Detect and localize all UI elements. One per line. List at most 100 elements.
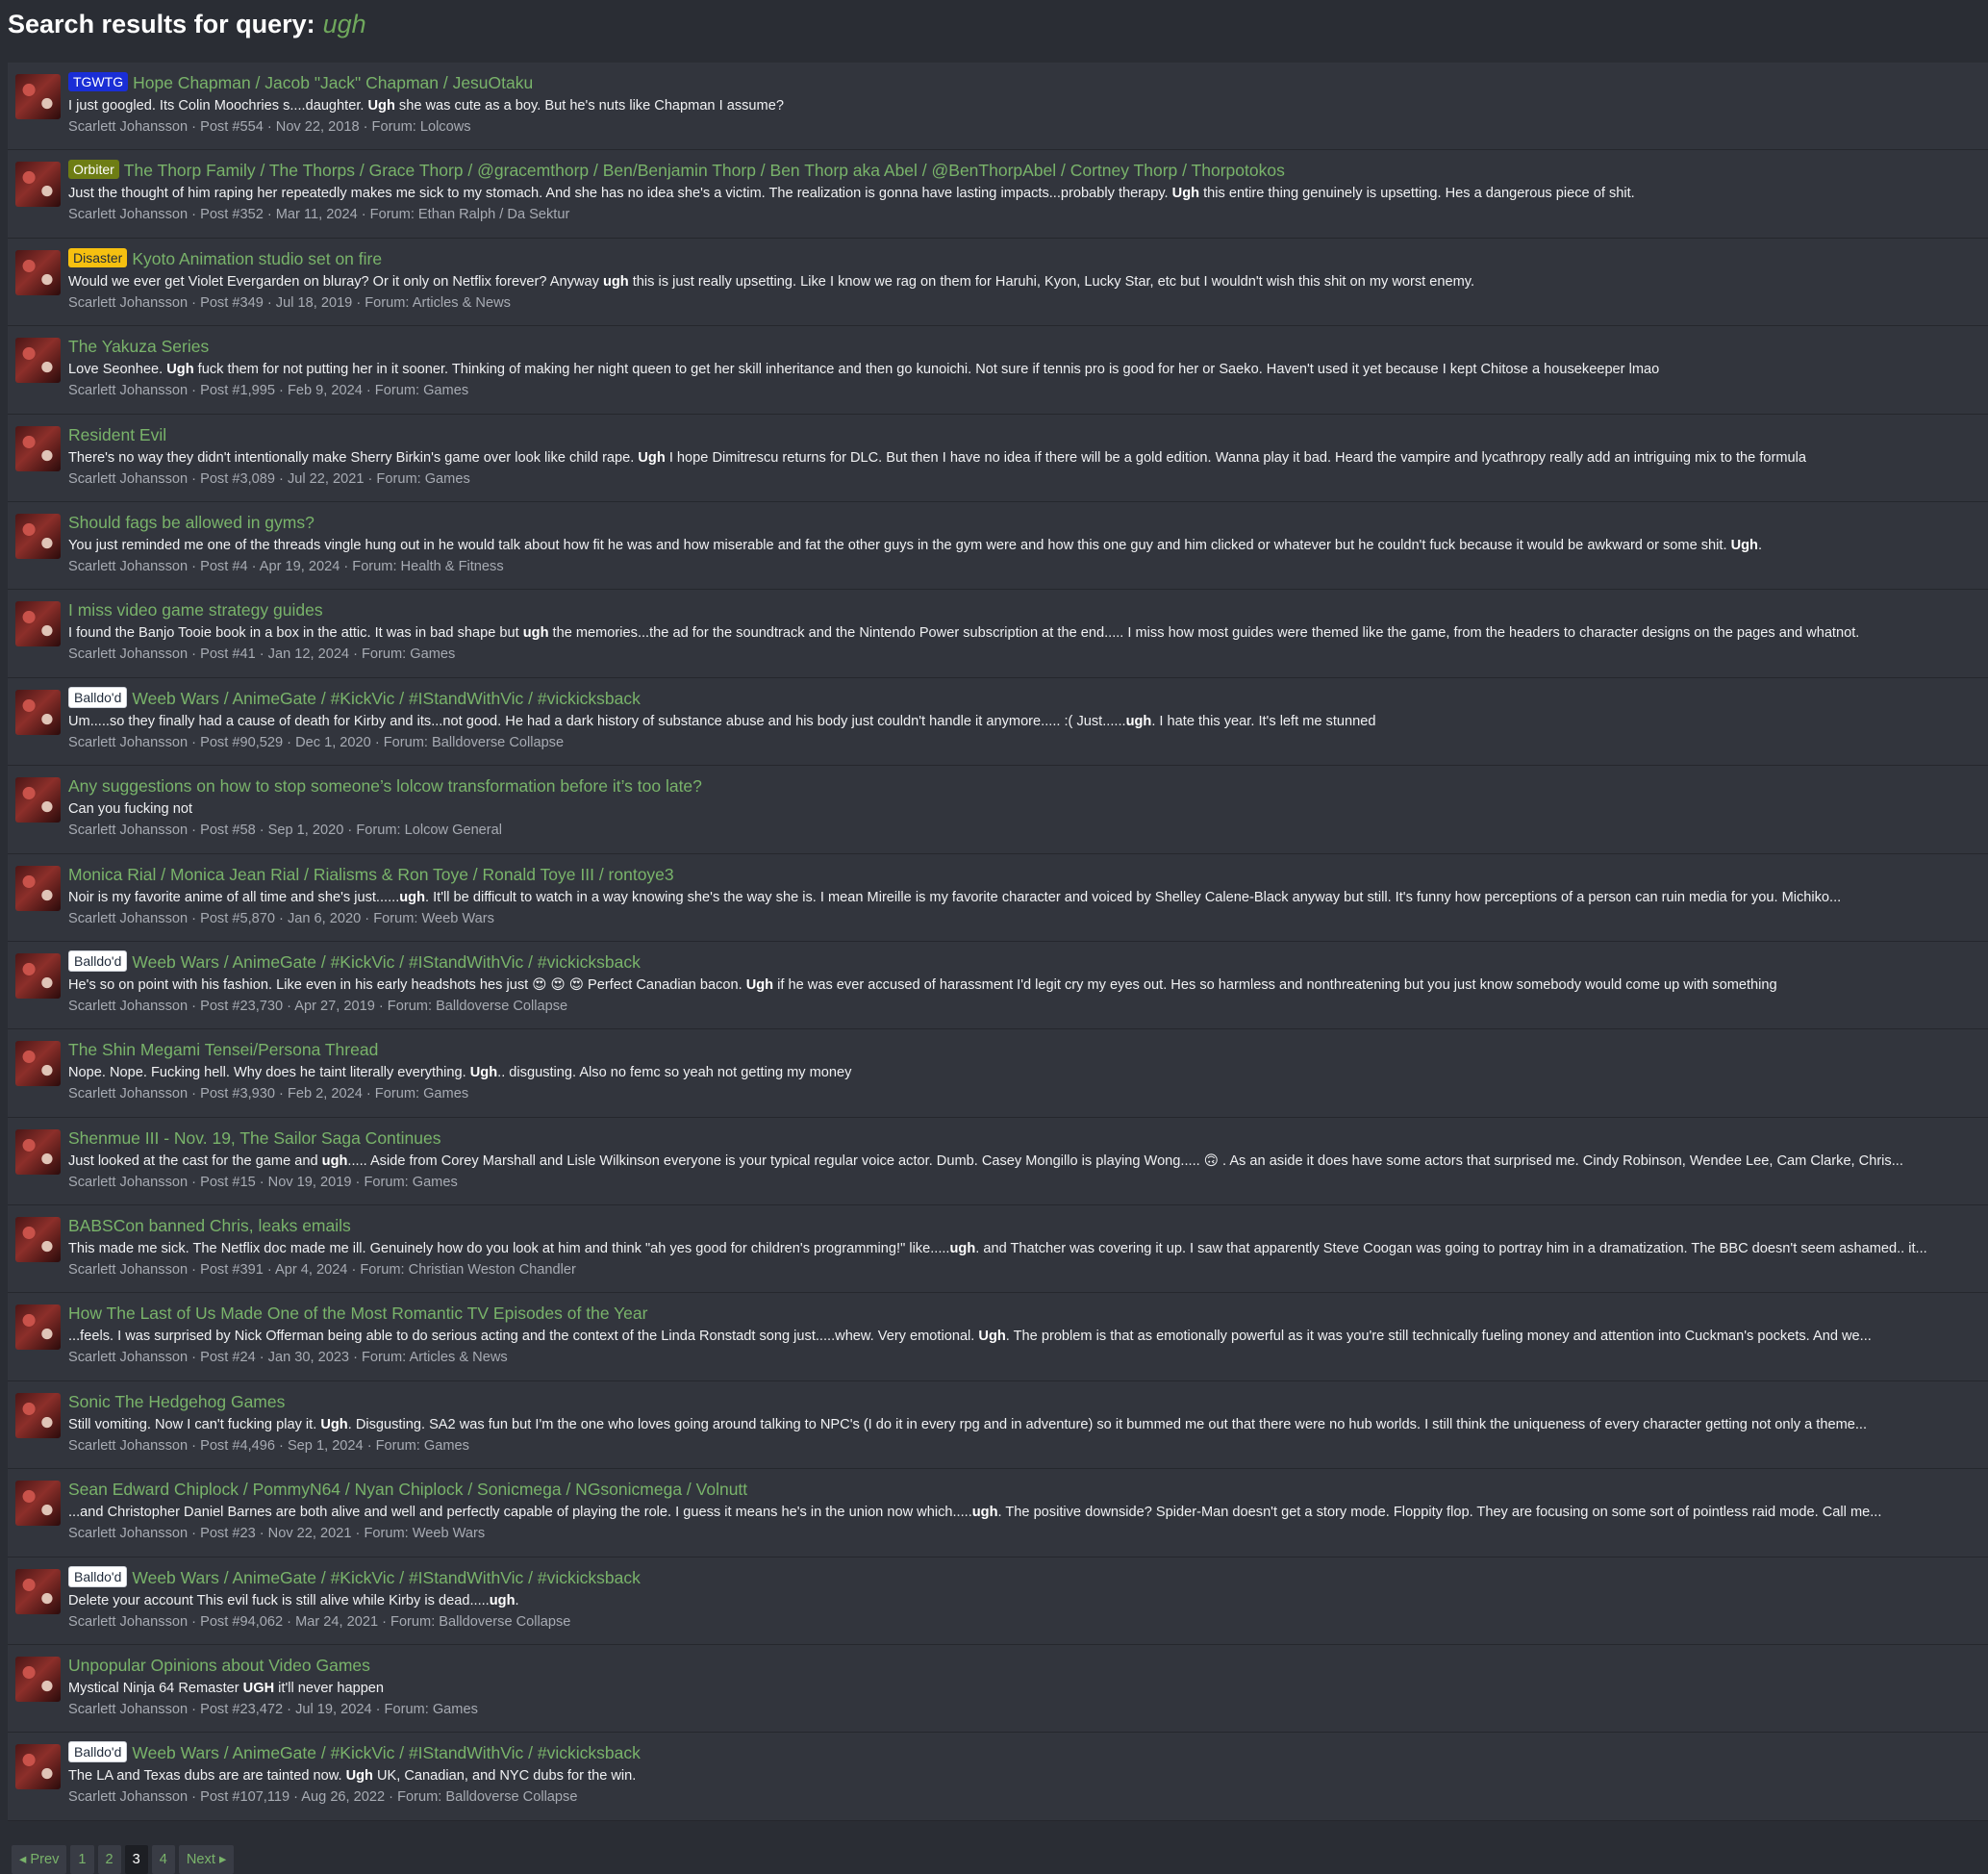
- pagination-page-4[interactable]: 4: [151, 1845, 175, 1874]
- search-result-item: TGWTG Hope Chapman / Jacob "Jack" Chapman…: [8, 63, 1988, 151]
- snippet-text-before: Delete your account This evil fuck is st…: [68, 1592, 490, 1608]
- avatar[interactable]: [15, 777, 61, 823]
- avatar[interactable]: [15, 1657, 61, 1703]
- snippet-text-before: ...and Christopher Daniel Barnes are bot…: [68, 1505, 972, 1521]
- avatar[interactable]: [15, 338, 61, 384]
- avatar[interactable]: [15, 601, 61, 647]
- snippet-match-highlight: Ugh: [638, 449, 666, 466]
- result-snippet: He's so on point with his fashion. Like …: [68, 975, 1978, 996]
- result-meta: Scarlett Johansson · Post #352 · Mar 11,…: [68, 207, 570, 223]
- snippet-text-after: ..... Aside from Corey Marshall and Lisl…: [347, 1152, 1903, 1169]
- thread-title-link[interactable]: Resident Evil: [68, 425, 166, 444]
- snippet-text-after: this is just really upsetting. Like I kn…: [628, 273, 1475, 290]
- search-result-item: Orbiter The Thorp Family / The Thorps / G…: [8, 150, 1988, 239]
- avatar[interactable]: [15, 1744, 61, 1790]
- thread-title-link[interactable]: Should fags be allowed in gyms?: [68, 513, 315, 532]
- avatar[interactable]: [15, 1217, 61, 1263]
- thread-title-link[interactable]: Sean Edward Chiplock / PommyN64 / Nyan C…: [68, 1480, 747, 1499]
- result-meta: Scarlett Johansson · Post #4 · Apr 19, 2…: [68, 558, 504, 574]
- snippet-match-highlight: Ugh: [469, 1065, 498, 1081]
- result-snippet: Love Seonhee. Ugh fuck them for not putt…: [68, 359, 1978, 380]
- result-meta: Scarlett Johansson · Post #90,529 · Dec …: [68, 734, 565, 750]
- avatar[interactable]: [15, 74, 61, 119]
- snippet-match-highlight: ugh: [489, 1592, 516, 1608]
- thread-title-link[interactable]: I miss video game strategy guides: [68, 600, 323, 620]
- avatar[interactable]: [15, 513, 61, 559]
- pagination-page-1[interactable]: 1: [70, 1845, 94, 1874]
- snippet-text-after: if he was ever accused of harassment I'd…: [773, 976, 1777, 993]
- snippet-text-before: Just the thought of him raping her repea…: [68, 186, 1172, 202]
- snippet-text-before: He's so on point with his fashion. Like …: [68, 976, 746, 993]
- snippet-match-highlight: Ugh: [166, 362, 194, 378]
- pagination-page-3[interactable]: 3: [124, 1845, 148, 1874]
- avatar[interactable]: [15, 689, 61, 735]
- result-meta: Scarlett Johansson · Post #23,730 · Apr …: [68, 998, 568, 1014]
- thread-prefix-label[interactable]: Balldo'd: [68, 686, 128, 708]
- thread-title-link[interactable]: Kyoto Animation studio set on fire: [132, 249, 382, 268]
- snippet-text-before: Still vomiting. Now I can't fucking play…: [68, 1416, 321, 1432]
- avatar[interactable]: [15, 162, 61, 208]
- snippet-text-before: There's no way they didn't intentionally…: [68, 449, 639, 466]
- thread-title-link[interactable]: Hope Chapman / Jacob "Jack" Chapman / Je…: [133, 73, 533, 92]
- search-result-item: Balldo'd Weeb Wars / AnimeGate / #KickVic…: [8, 942, 1988, 1030]
- thread-prefix-label[interactable]: Orbiter: [68, 160, 119, 180]
- pagination-page-2[interactable]: 2: [97, 1845, 121, 1874]
- thread-title-link[interactable]: Monica Rial / Monica Jean Rial / Rialism…: [68, 865, 674, 884]
- thread-prefix-label[interactable]: Balldo'd: [68, 1741, 128, 1763]
- result-meta: Scarlett Johansson · Post #5,870 · Jan 6…: [68, 910, 494, 926]
- search-query: ugh: [322, 9, 366, 38]
- snippet-match-highlight: Ugh: [1730, 537, 1758, 553]
- avatar[interactable]: [15, 1041, 61, 1087]
- snippet-text-after: . It'll be difficult to watch in a way k…: [425, 889, 1842, 905]
- snippet-text-before: I found the Banjo Tooie book in a box in…: [68, 625, 523, 642]
- avatar[interactable]: [15, 1568, 61, 1614]
- avatar[interactable]: [15, 425, 61, 471]
- thread-title-link[interactable]: How The Last of Us Made One of the Most …: [68, 1304, 647, 1323]
- thread-title-link[interactable]: Weeb Wars / AnimeGate / #KickVic / #ISta…: [132, 689, 640, 708]
- result-meta: Scarlett Johansson · Post #23 · Nov 22, …: [68, 1526, 486, 1542]
- thread-prefix-label[interactable]: Balldo'd: [68, 1565, 128, 1587]
- thread-title-link[interactable]: Weeb Wars / AnimeGate / #KickVic / #ISta…: [132, 952, 640, 972]
- thread-title-link[interactable]: Shenmue III - Nov. 19, The Sailor Saga C…: [68, 1128, 441, 1148]
- avatar[interactable]: [15, 1392, 61, 1438]
- avatar[interactable]: [15, 1304, 61, 1351]
- thread-title-link[interactable]: Unpopular Opinions about Video Games: [68, 1656, 370, 1675]
- result-meta: Scarlett Johansson · Post #107,119 · Aug…: [68, 1789, 578, 1806]
- avatar[interactable]: [15, 952, 61, 999]
- thread-title-link[interactable]: Sonic The Hedgehog Games: [68, 1392, 285, 1411]
- snippet-text-before: Just looked at the cast for the game and: [68, 1152, 322, 1169]
- snippet-match-highlight: Ugh: [1171, 186, 1200, 202]
- snippet-text-after: .: [1757, 537, 1762, 553]
- avatar[interactable]: [15, 1128, 61, 1175]
- result-snippet: There's no way they didn't intentionally…: [68, 447, 1978, 468]
- search-result-item: Unpopular Opinions about Video Games Mys…: [8, 1645, 1988, 1734]
- thread-prefix-label[interactable]: TGWTG: [68, 72, 129, 91]
- result-meta: Scarlett Johansson · Post #3,089 · Jul 2…: [68, 470, 470, 487]
- pagination-prev-button[interactable]: ◂ Prev: [12, 1845, 67, 1874]
- result-meta: Scarlett Johansson · Post #41 · Jan 12, …: [68, 646, 456, 663]
- result-meta: Scarlett Johansson · Post #391 · Apr 4, …: [68, 1262, 576, 1279]
- result-snippet: Um.....so they finally had a cause of de…: [68, 711, 1978, 732]
- snippet-match-highlight: Ugh: [978, 1329, 1006, 1345]
- thread-title-link[interactable]: Any suggestions on how to stop someone’s…: [68, 776, 702, 796]
- thread-title-link[interactable]: The Thorp Family / The Thorps / Grace Th…: [124, 161, 1285, 180]
- snippet-text-before: I just googled. Its Colin Moochries s...…: [68, 98, 368, 114]
- snippet-text-after: . and Thatcher was covering it up. I saw…: [975, 1241, 1927, 1257]
- thread-title-link[interactable]: The Yakuza Series: [68, 337, 209, 356]
- result-snippet: Mystical Ninja 64 Remaster UGH it'll nev…: [68, 1678, 1978, 1699]
- result-meta: Scarlett Johansson · Post #23,472 · Jul …: [68, 1702, 478, 1718]
- thread-prefix-label[interactable]: Disaster: [68, 247, 128, 267]
- search-result-item: Any suggestions on how to stop someone’s…: [8, 766, 1988, 854]
- avatar[interactable]: [15, 1481, 61, 1527]
- thread-title-link[interactable]: BABSCon banned Chris, leaks emails: [68, 1216, 351, 1235]
- result-snippet: The LA and Texas dubs are are tainted no…: [68, 1765, 1978, 1786]
- result-snippet: I found the Banjo Tooie book in a box in…: [68, 622, 1978, 644]
- thread-title-link[interactable]: Weeb Wars / AnimeGate / #KickVic / #ISta…: [132, 1743, 640, 1762]
- thread-title-link[interactable]: Weeb Wars / AnimeGate / #KickVic / #ISta…: [132, 1568, 640, 1587]
- pagination-next-button[interactable]: Next ▸: [178, 1845, 235, 1874]
- thread-title-link[interactable]: The Shin Megami Tensei/Persona Thread: [68, 1040, 378, 1059]
- snippet-text-after: . Disgusting. SA2 was fun but I'm the on…: [347, 1416, 1868, 1432]
- avatar[interactable]: [15, 249, 61, 295]
- avatar[interactable]: [15, 865, 61, 911]
- thread-prefix-label[interactable]: Balldo'd: [68, 950, 128, 972]
